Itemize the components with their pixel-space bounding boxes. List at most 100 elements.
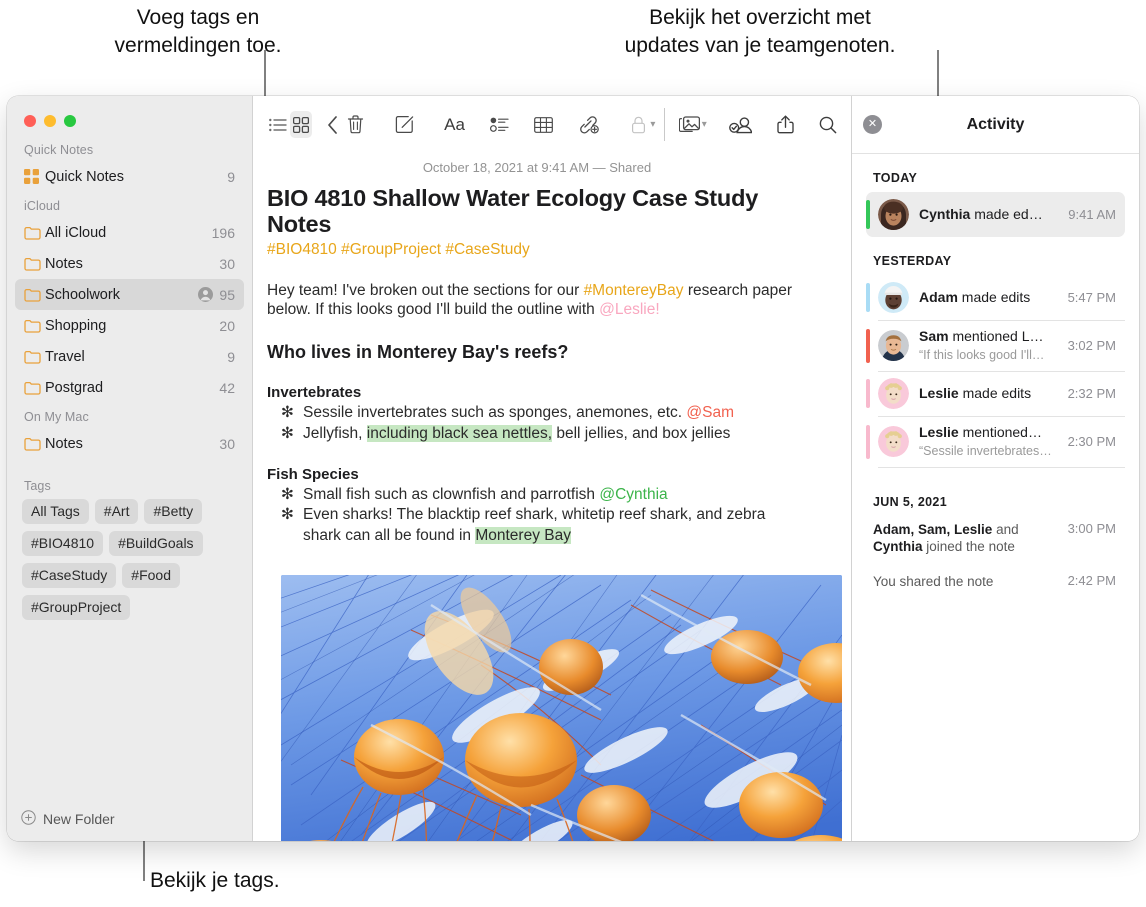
activity-item-time: 9:41 AM [1068,207,1116,222]
list-item: ✻ Even sharks! The blacktip reef shark, … [267,505,807,546]
sidebar-item-schoolwork[interactable]: Schoolwork 95 [15,279,244,310]
share-collaborate-icon[interactable] [728,111,752,138]
activity-item-text: Adam made edits [919,289,1058,307]
minimize-window-button[interactable] [44,115,56,127]
activity-item-adam-edits[interactable]: Adam made edits 5:47 PM [866,275,1125,320]
folder-icon [24,381,45,395]
sidebar-item-notes-onmymac[interactable]: Notes 30 [15,428,244,459]
sidebar-item-count: 20 [219,317,235,334]
chevron-down-icon[interactable]: ▾ [702,119,707,130]
sidebar-item-count: 9 [227,348,235,365]
activity-footer-name2: Cynthia [873,539,923,555]
activity-item-text: Cynthia made ed… [919,206,1058,224]
callout-add-tags: Voeg tags en vermeldingen toe. [114,6,282,57]
inline-tag-montereybay[interactable]: #MontereyBay [584,282,684,299]
sidebar-item-postgrad[interactable]: Postgrad 42 [15,372,244,403]
note-date: October 18, 2021 at 9:41 AM — Shared [422,160,652,175]
table-icon[interactable] [532,111,555,138]
sidebar-item-quick-notes[interactable]: Quick Notes 9 [15,161,244,192]
compose-icon[interactable] [394,111,417,138]
activity-footer-mid: and [992,522,1019,537]
note-bullet-list: ✻ Sessile invertebrates such as sponges,… [267,403,807,444]
note-title: BIO 4810 Shallow Water Ecology Case Stud… [267,185,759,238]
activity-item-action: made edits [958,384,1032,401]
bullet-text: Small fish such as clownfish and parrotf… [303,485,600,503]
close-window-button[interactable] [24,115,36,127]
avatar [878,378,909,409]
inline-mention-cynthia[interactable]: @Cynthia [599,486,667,503]
activity-color-bar [866,379,870,408]
close-icon[interactable]: ✕ [863,115,882,134]
sidebar-item-notes-icloud[interactable]: Notes 30 [15,248,244,279]
folder-icon [24,319,45,333]
activity-footer-text: Adam, Sam, Leslie and Cynthia joined the… [873,521,1060,556]
activity-item-line1: Leslie mentioned… [919,424,1042,440]
note-body[interactable]: October 18, 2021 at 9:41 AM — Shared BIO… [253,153,851,841]
activity-item-action: mentioned L… [948,327,1044,344]
activity-group-header-yesterday: YESTERDAY [873,254,952,268]
bullet-glyph-icon: ✻ [281,404,294,422]
activity-footer-item-shared: You shared the note 2:42 PM [866,561,1125,595]
note-subheading-invertebrates: Invertebrates [267,384,362,402]
link-add-icon[interactable] [577,111,600,138]
sidebar-section-header: On My Mac [24,410,89,424]
sidebar-item-all-icloud[interactable]: All iCloud 196 [15,217,244,248]
sidebar-item-label: All iCloud [45,224,107,241]
inline-mention-sam[interactable]: @Sam [686,404,734,421]
activity-list[interactable]: TODAY Cynthia made ed… 9:41 AM YESTERDAY [852,154,1139,841]
tag-betty[interactable]: #Betty [144,499,203,524]
quicknotes-grid-icon [24,169,45,184]
note-tags: #BIO4810 #GroupProject #CaseStudy [267,240,530,258]
trash-icon[interactable] [344,111,367,138]
activity-group-header-jun5: JUN 5, 2021 [873,495,948,509]
sidebar-item-label: Notes [45,435,83,452]
note-subheading-fish-species: Fish Species [267,465,359,483]
tag-casestudy[interactable]: #CaseStudy [22,563,117,588]
back-chevron-icon[interactable] [321,111,344,138]
activity-item-name: Leslie [919,384,959,401]
folder-icon [24,288,45,302]
activity-item-line1: Cynthia made ed… [919,206,1043,222]
activity-header: ✕ Activity [852,96,1139,154]
activity-item-leslie-mentioned[interactable]: Leslie mentioned… “Sessile invertebrates… [866,417,1125,467]
activity-color-bar [866,200,870,229]
zoom-window-button[interactable] [64,115,76,127]
note-heading: Who lives in Monterey Bay's reefs? [267,342,569,363]
search-icon[interactable] [816,111,839,138]
toolbar: Aa ▾ ▾ [253,96,851,153]
lock-icon[interactable] [627,111,650,138]
tag-buildgoals[interactable]: #BuildGoals [109,531,203,556]
share-icon[interactable] [774,111,797,138]
activity-item-leslie-edits[interactable]: Leslie made edits 2:32 PM [866,371,1125,416]
note-bullet-list: ✻ Small fish such as clownfish and parro… [267,485,807,547]
sidebar-item-shopping[interactable]: Shopping 20 [15,310,244,341]
tag-all-tags[interactable]: All Tags [22,499,89,524]
activity-item-text: Leslie made edits [919,385,1058,403]
sidebar-item-travel[interactable]: Travel 9 [15,341,244,372]
inline-mention-leslie[interactable]: @Leslie! [599,301,660,318]
intro-text-1: Hey team! I've broken out the sections f… [267,281,584,299]
tag-food[interactable]: #Food [122,563,180,588]
tag-art[interactable]: #Art [94,499,139,524]
folder-icon [24,350,45,364]
sidebar-item-count: 30 [219,435,235,452]
sidebar-item-label: Shopping [45,317,107,334]
bullet-glyph-icon: ✻ [281,506,294,524]
checklist-icon[interactable] [488,111,511,138]
tag-list: All Tags #Art #Betty #BIO4810 #BuildGoal… [7,497,252,620]
new-folder-button[interactable]: New Folder [7,797,252,841]
activity-item-sam-mentioned[interactable]: Sam mentioned L… “If this looks good I'l… [866,321,1125,371]
media-icon[interactable] [678,111,701,138]
list-view-icon[interactable] [267,111,290,138]
format-aa-icon[interactable]: Aa [443,111,466,138]
sidebar-list[interactable]: Quick Notes Quick Notes 9 iCloud All iCl… [7,127,252,797]
activity-item-text: Leslie mentioned… “Sessile invertebrates… [919,424,1058,460]
activity-item-cynthia-edits[interactable]: Cynthia made ed… 9:41 AM [866,192,1125,237]
tag-bio4810[interactable]: #BIO4810 [22,531,104,556]
gallery-view-icon[interactable] [289,111,313,138]
activity-item-action: made ed… [970,205,1043,222]
chevron-down-icon[interactable]: ▾ [650,119,655,130]
jellyfish-photo[interactable] [281,575,842,841]
sidebar-section-header: Quick Notes [24,143,94,157]
tag-groupproject[interactable]: #GroupProject [22,595,131,620]
